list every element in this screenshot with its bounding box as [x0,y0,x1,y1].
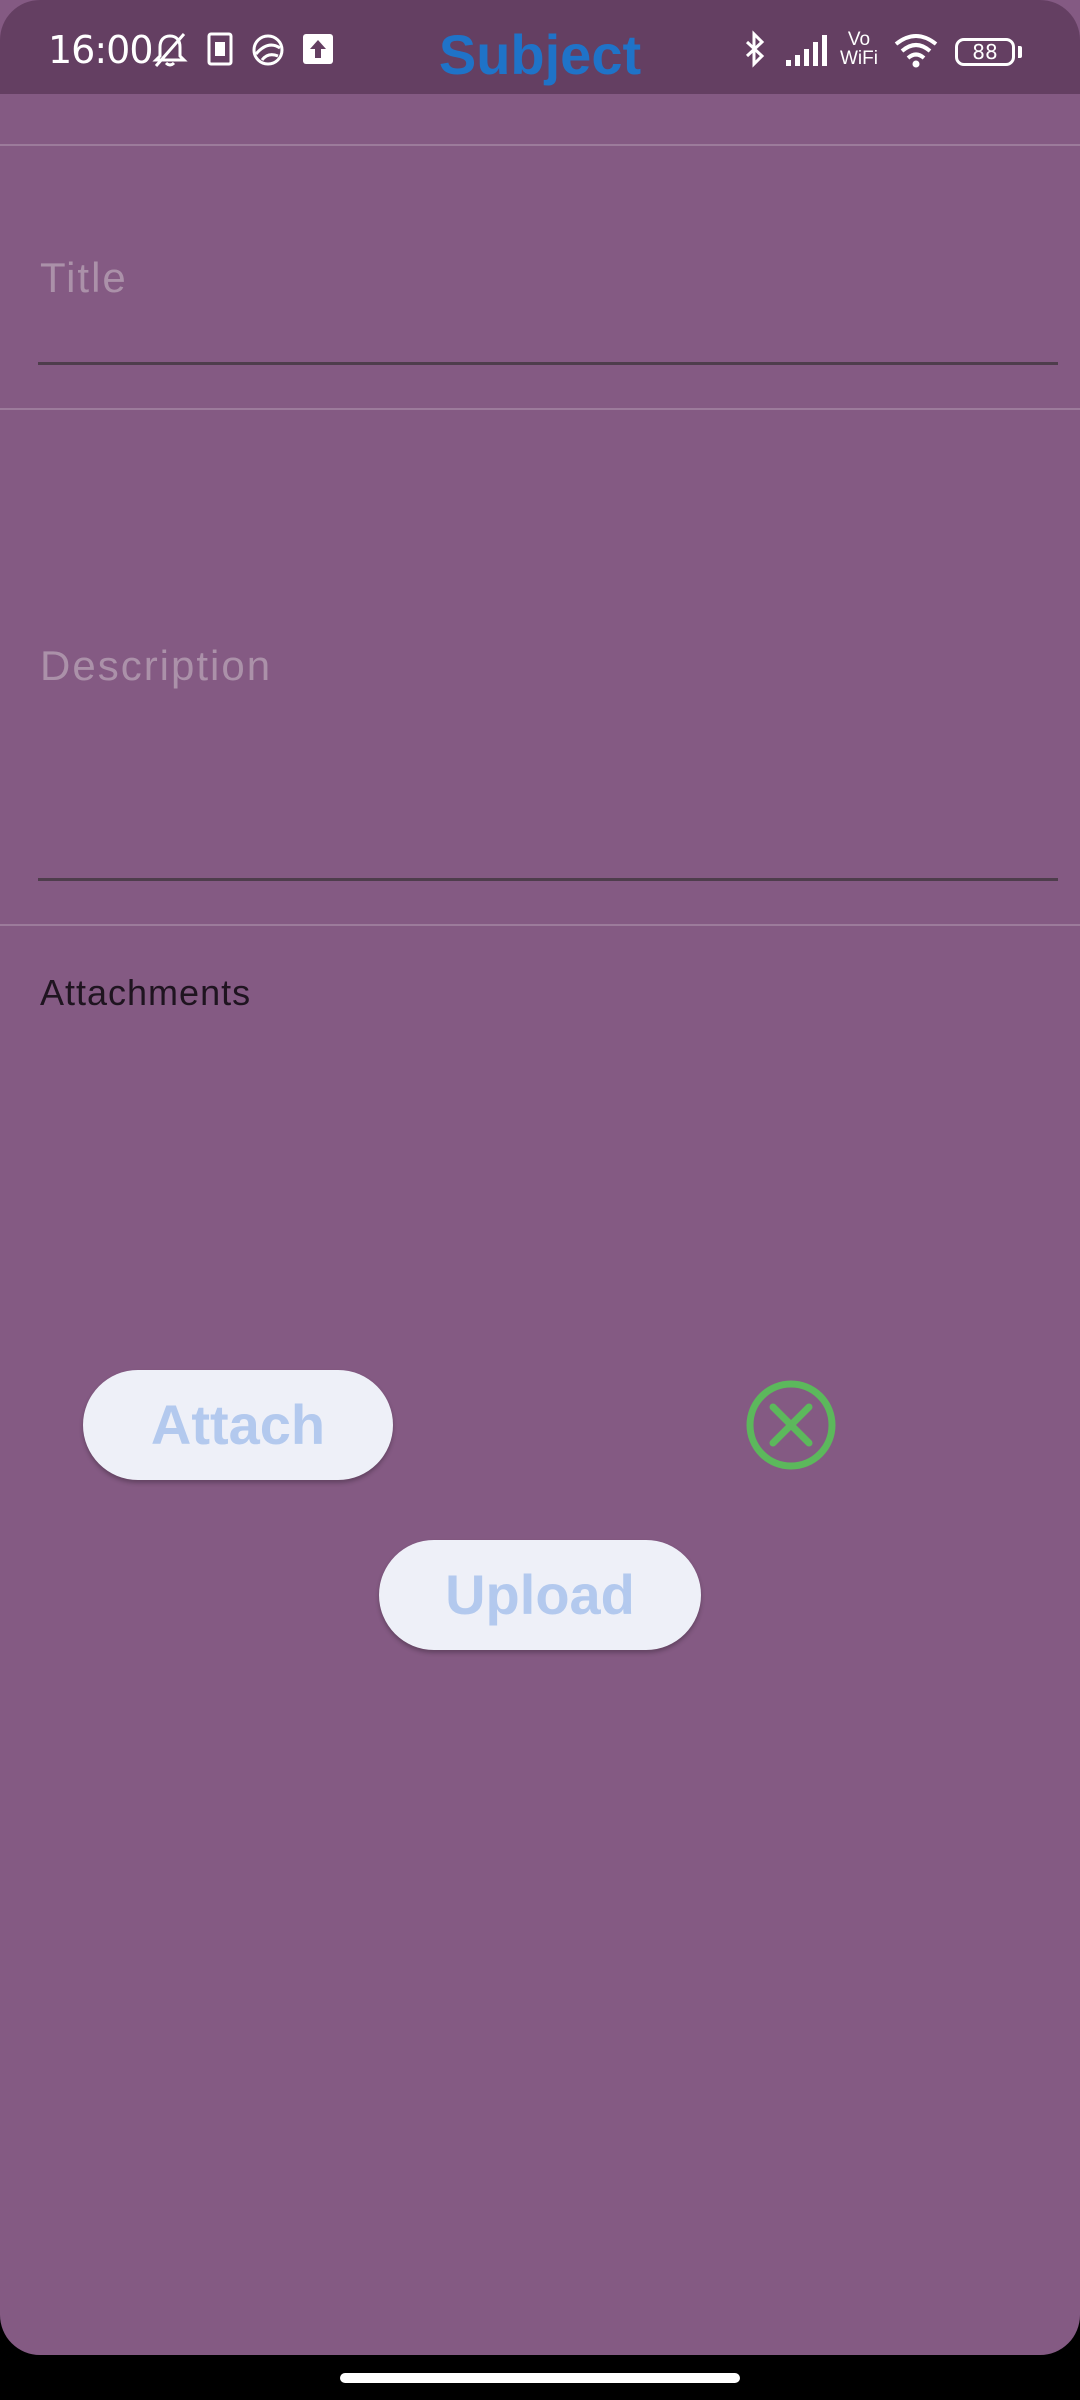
status-bar: 16:00 Subject Vo WiFi 88 [0,0,1080,94]
attach-button[interactable]: Attach [83,1370,393,1480]
home-indicator[interactable] [340,2373,740,2383]
wifi-icon [894,34,938,68]
app-screen: 16:00 Subject Vo WiFi 88 Title Descripti… [0,0,1080,2355]
signal-icon [786,35,827,66]
bluetooth-icon [745,30,765,68]
description-field[interactable]: Description [0,410,1080,924]
battery-level: 88 [972,40,998,64]
battery-tip [1018,46,1022,58]
upload-button[interactable]: Upload [379,1540,701,1650]
description-placeholder: Description [40,642,273,689]
vowifi-line2: WiFi [840,48,878,69]
title-placeholder: Title [40,254,128,301]
close-circle-icon[interactable] [744,1378,838,1472]
vowifi-line1: Vo [847,29,871,50]
title-underline [38,362,1058,365]
attachments-label: Attachments [40,972,252,1013]
vowifi-icon: Vo WiFi [840,30,878,68]
description-underline [38,878,1058,881]
description-divider [0,924,1080,926]
battery-icon: 88 [955,38,1015,66]
title-field[interactable]: Title [0,146,1080,408]
